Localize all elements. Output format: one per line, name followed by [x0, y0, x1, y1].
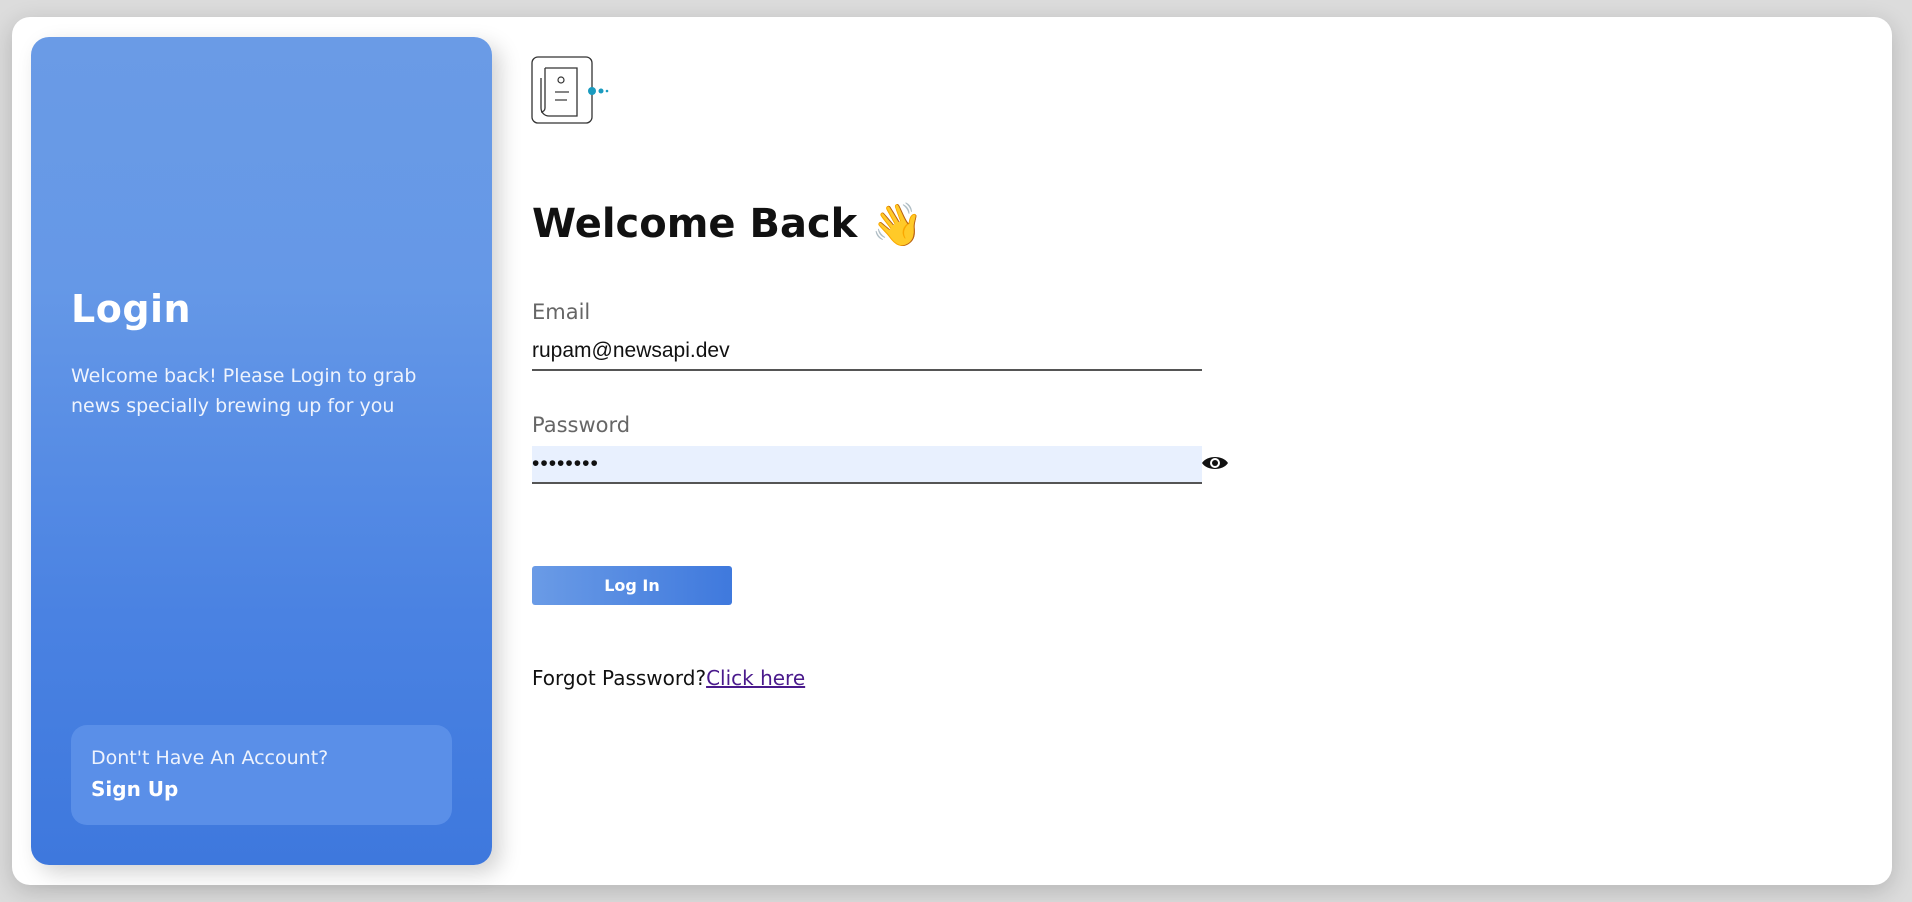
signup-card: Dont't Have An Account? Sign Up [71, 725, 452, 825]
sidebar-title: Login [71, 287, 192, 331]
show-password-eye-icon[interactable] [1200, 452, 1230, 474]
sidebar-subtitle: Welcome back! Please Login to grab news … [71, 365, 417, 417]
login-button[interactable]: Log In [532, 566, 732, 605]
signup-prompt: Dont't Have An Account? [91, 747, 329, 769]
forgot-password-row: Forgot Password?Click here [532, 666, 805, 690]
password-field[interactable] [532, 446, 1202, 484]
password-label: Password [532, 413, 631, 437]
email-label: Email [532, 300, 591, 324]
newspaper-logo-icon [531, 56, 611, 126]
email-field[interactable] [532, 333, 1202, 371]
signup-link[interactable]: Sign Up [91, 777, 178, 801]
waving-hand-icon: 👋 [871, 200, 924, 249]
forgot-password-text: Forgot Password? [532, 666, 707, 690]
welcome-text: Welcome Back [532, 201, 858, 247]
welcome-heading: Welcome Back 👋 [532, 200, 924, 250]
forgot-password-link[interactable]: Click here [706, 666, 805, 690]
login-sidebar: Login Welcome back! Please Login to grab… [31, 37, 492, 865]
